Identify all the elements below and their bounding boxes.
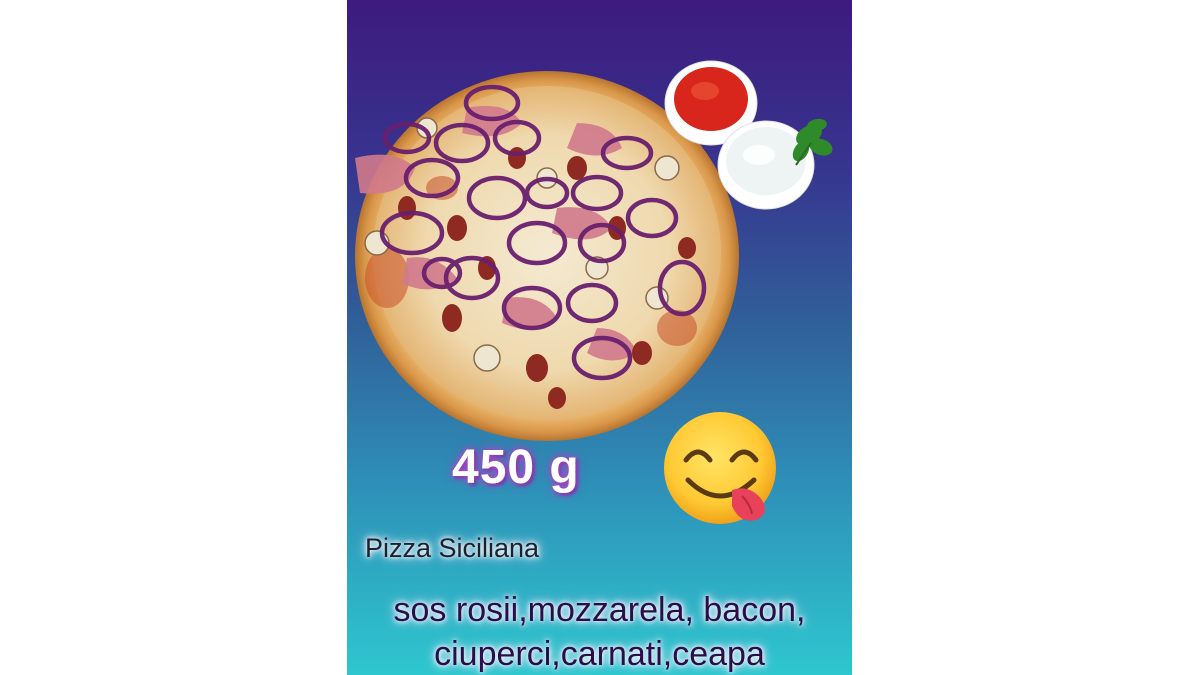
sauce-bowls-image [664, 60, 833, 210]
pizza-weight: 450 g [452, 441, 580, 494]
ingredients-line-2: ciuperci,carnati,ceapa [434, 635, 765, 673]
yum-face-emoji [664, 412, 776, 524]
ingredients-line-1: sos rosii,mozzarela, bacon, [393, 591, 806, 629]
page: 450 g Pizza Siciliana sos rosii,mozzarel… [0, 0, 1200, 675]
menu-poster: 450 g Pizza Siciliana sos rosii,mozzarel… [347, 0, 852, 675]
pizza-name: Pizza Siciliana [365, 533, 540, 563]
pizza-ingredients: sos rosii,mozzarela, bacon, ciuperci,car… [347, 588, 852, 675]
